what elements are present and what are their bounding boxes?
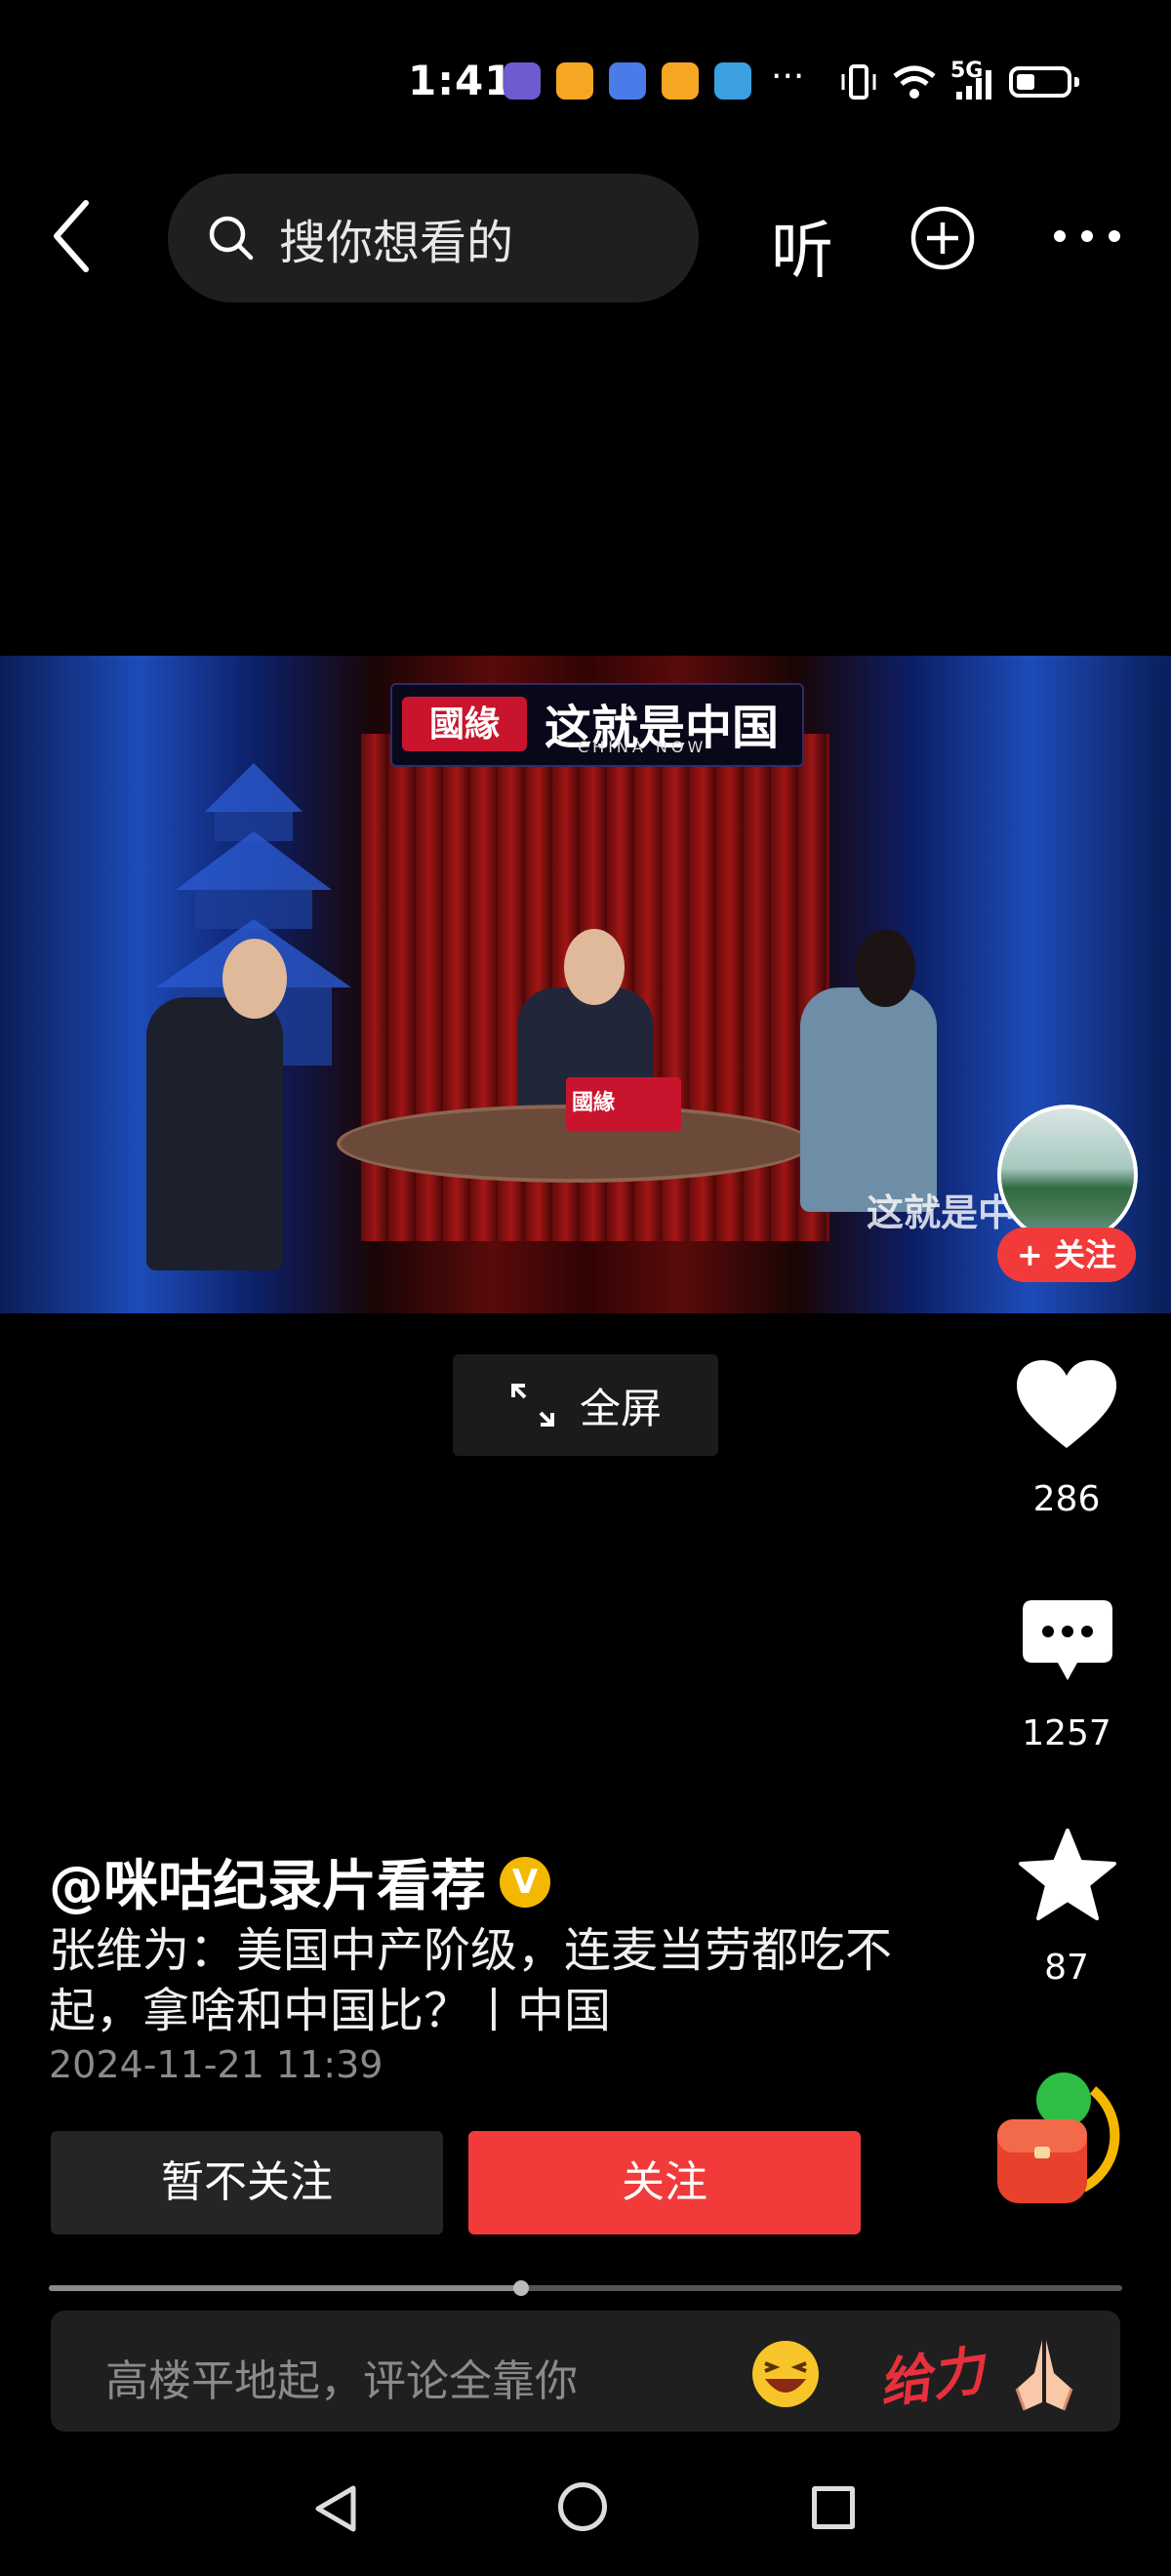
system-indicators: 5G [839, 59, 1079, 103]
cheer-sticker[interactable]: 给力 [873, 2327, 989, 2418]
back-button[interactable] [47, 195, 98, 277]
favorite-button[interactable] [1017, 1827, 1118, 1922]
search-placeholder: 搜你想看的 [279, 216, 514, 270]
channel-logo: 國緣 [402, 697, 527, 751]
host-center-head [564, 929, 625, 1005]
video-player[interactable]: 國緣 这就是中国 CHINA NOW 國緣 这就是中 [0, 656, 1171, 1313]
battery-icon [1009, 66, 1079, 98]
post-date: 2024-11-21 11:39 [49, 2043, 384, 2086]
follow-button[interactable]: 关注 [468, 2131, 861, 2234]
wifi-icon [893, 65, 936, 99]
vibrate-icon [841, 64, 876, 100]
comment-placeholder: 高楼平地起，评论全靠你 [105, 2356, 578, 2406]
expand-icon [510, 1384, 554, 1427]
post-description: 张维为：美国中产阶级，连麦当劳都吃不起，拿啥和中国比？丨中国 [49, 1923, 893, 2038]
listen-button[interactable]: 听 [771, 201, 833, 291]
creator-avatar[interactable] [997, 1105, 1138, 1245]
cell-signal-icon: 5G [950, 59, 995, 101]
table-sign: 國緣 [566, 1077, 681, 1132]
app-notification-icon [556, 62, 593, 100]
comment-count: 1257 [1022, 1713, 1111, 1753]
show-subtitle: CHINA NOW [578, 738, 707, 756]
status-time: 1:41 [408, 57, 514, 104]
interviewer-right-head [855, 929, 915, 1007]
nav-back-button[interactable] [312, 2484, 361, 2533]
app-notification-icon [504, 62, 541, 100]
show-logo: 國緣 这就是中国 CHINA NOW [390, 683, 804, 767]
guest-left [146, 997, 283, 1270]
author-name[interactable]: @咪咕纪录片看荐 [49, 1842, 486, 1921]
author-row[interactable]: @咪咕纪录片看荐 V [49, 1842, 550, 1921]
video-progress-fill [49, 2285, 521, 2291]
interviewer-right [800, 987, 937, 1212]
like-button[interactable] [1015, 1358, 1118, 1452]
nav-home-button[interactable] [558, 2482, 607, 2531]
fullscreen-button[interactable]: 全屏 [453, 1354, 718, 1456]
more-options-button[interactable] [1052, 228, 1122, 244]
video-watermark: 这就是中 [867, 1191, 1016, 1234]
verified-icon: V [500, 1856, 550, 1908]
favorite-count: 87 [1044, 1948, 1089, 1988]
red-packet-icon[interactable] [986, 2061, 1132, 2207]
add-button[interactable] [909, 205, 976, 271]
like-count: 286 [1032, 1479, 1101, 1519]
laughing-emoji-icon[interactable] [749, 2338, 822, 2410]
search-input[interactable]: 搜你想看的 [168, 174, 699, 302]
app-notification-icon [609, 62, 646, 100]
guest-left-head [222, 939, 287, 1019]
nav-recents-button[interactable] [812, 2486, 855, 2529]
more-notifications-icon: ··· [771, 57, 805, 97]
app-notification-icon [714, 62, 751, 100]
not-follow-button[interactable]: 暂不关注 [51, 2131, 443, 2234]
pray-hands-icon[interactable] [1005, 2334, 1083, 2414]
video-progress-handle[interactable] [513, 2280, 529, 2296]
fullscreen-label: 全屏 [579, 1384, 662, 1432]
app-notification-icon [662, 62, 699, 100]
comment-button[interactable] [1019, 1596, 1116, 1686]
avatar-follow-button[interactable]: + 关注 [997, 1228, 1136, 1282]
search-icon [209, 216, 254, 261]
